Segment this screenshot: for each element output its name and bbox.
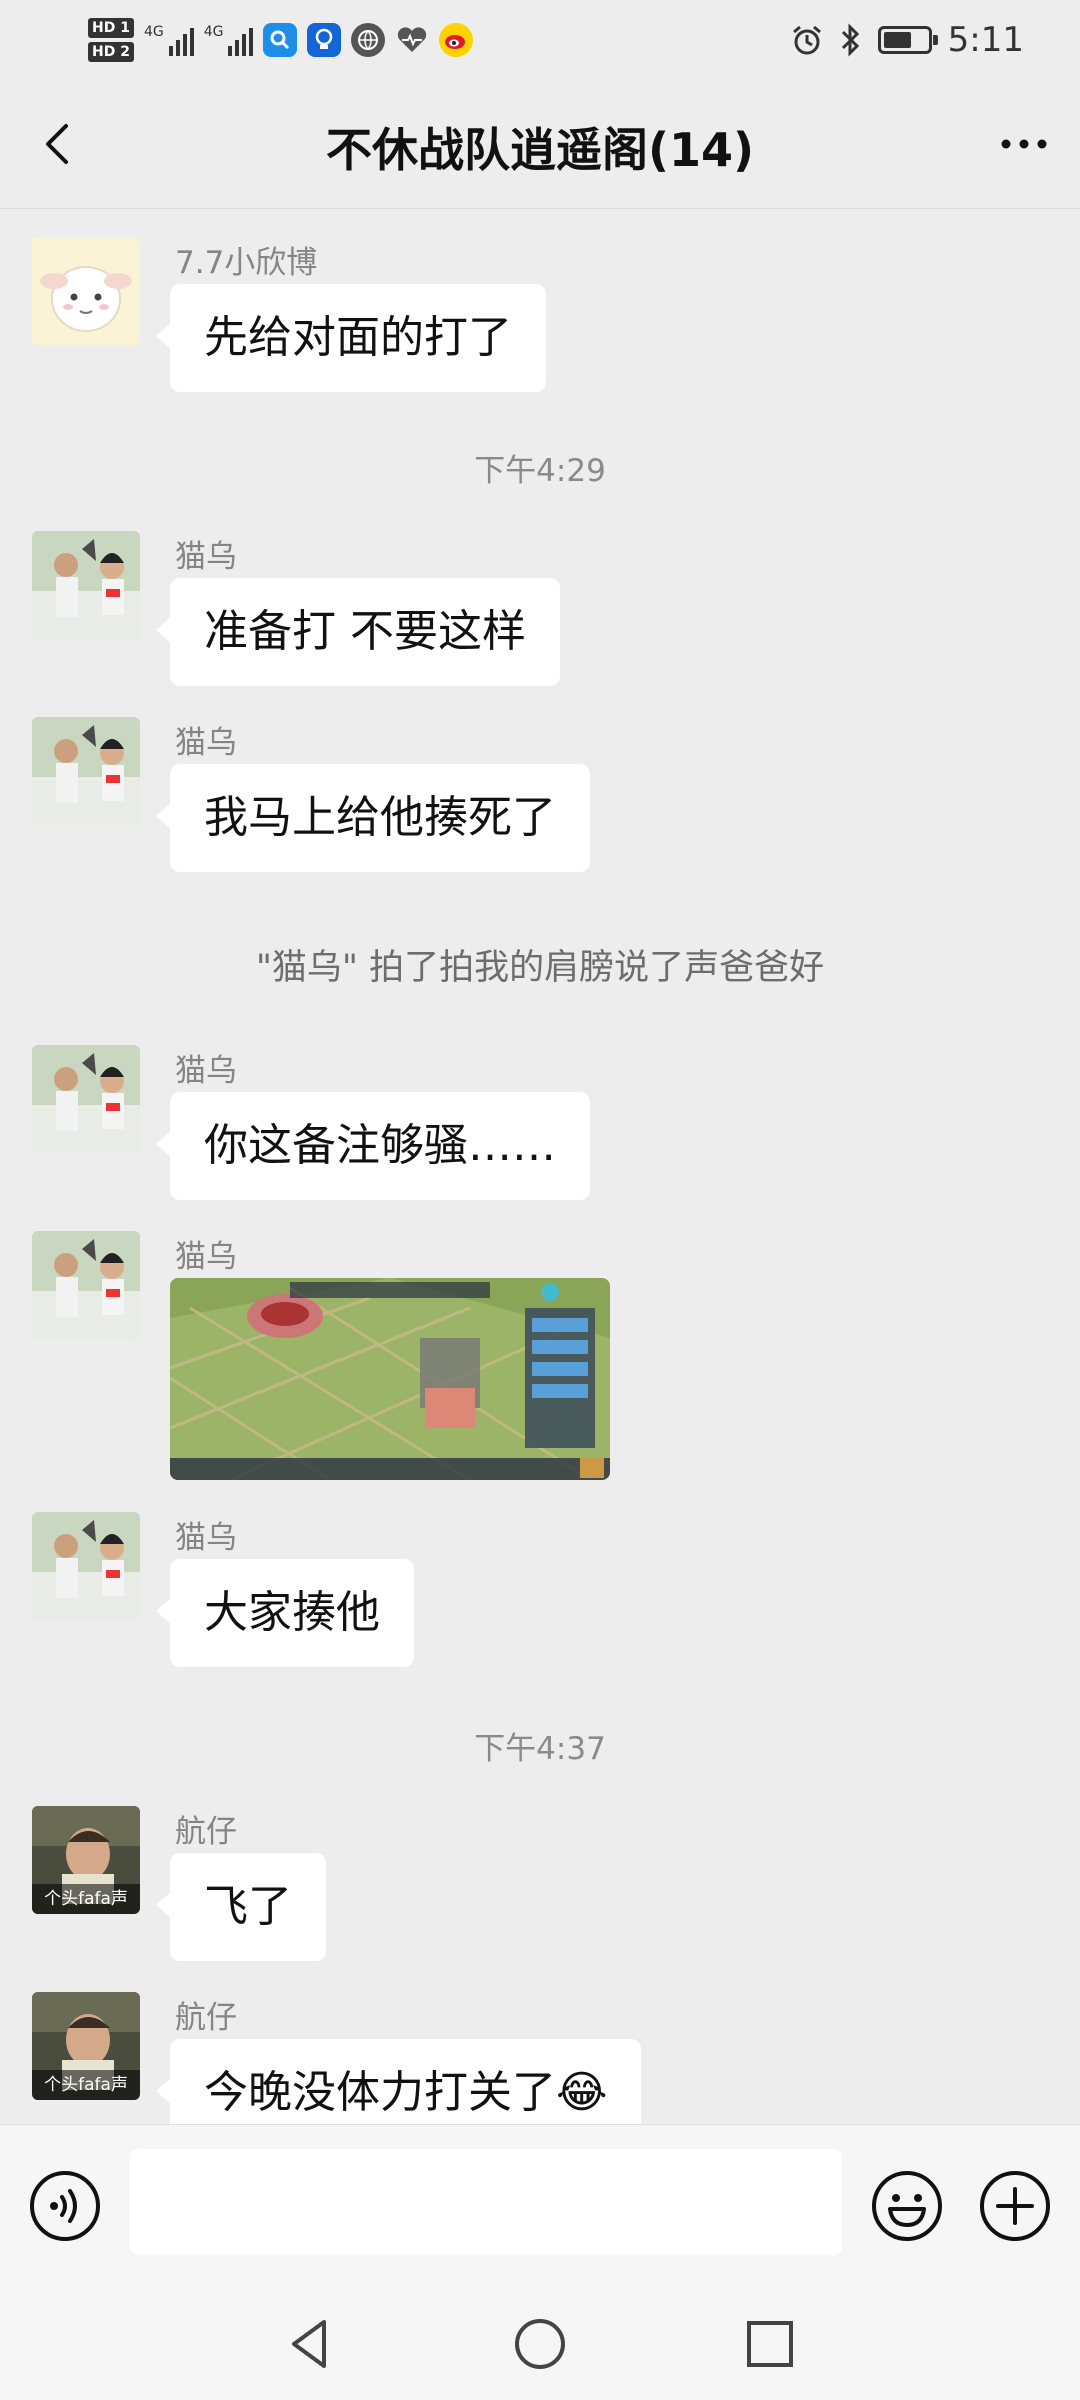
status-left: HD 1 HD 2 4G 4G (88, 10, 474, 70)
nav-recents-square-icon[interactable] (740, 2314, 800, 2374)
couple-avatar[interactable] (32, 717, 140, 825)
game-screenshot-image[interactable] (170, 1278, 610, 1480)
sender-name: 猫乌 (175, 1239, 237, 1275)
message-bubble[interactable]: 大家揍他 (156, 1559, 414, 1667)
message-text-field[interactable] (130, 2149, 842, 2255)
sender-name: 猫乌 (175, 1520, 237, 1556)
sender-name: 7.7小欣博 (175, 245, 318, 281)
status-right: 5:11 (790, 12, 1024, 68)
message-bubble[interactable]: 你这备注够骚…… (156, 1092, 590, 1200)
more-options-icon[interactable] (994, 114, 1054, 174)
browser-app-icon (351, 23, 386, 57)
sender-name: 猫乌 (175, 539, 237, 575)
net1-label: 4G (143, 24, 164, 40)
nav-back-triangle-icon[interactable] (280, 2314, 340, 2374)
couple-avatar[interactable] (32, 1231, 140, 1339)
system-navigation-bar (0, 2286, 1080, 2400)
couple-avatar[interactable] (32, 531, 140, 639)
message-bubble[interactable]: 先给对面的打了 (156, 284, 546, 392)
sender-name: 航仔 (175, 2000, 237, 2036)
bluetooth-icon (841, 23, 859, 57)
avatar-caption: 个头fafa声 (32, 1884, 140, 1914)
sender-name: 航仔 (175, 1814, 237, 1850)
health-app-icon (395, 23, 429, 57)
chat-header: 不休战队逍遥阁(14) (0, 80, 1080, 209)
status-time: 5:11 (947, 20, 1024, 60)
couple-avatar[interactable] (32, 1045, 140, 1153)
plus-icon[interactable] (978, 2169, 1052, 2243)
sim-indicators: HD 1 HD 2 (88, 18, 134, 62)
message-bubble[interactable]: 飞了 (156, 1853, 326, 1961)
avatar-caption: 个头fafa声 (32, 2070, 140, 2100)
page-title: 不休战队逍遥阁(14) (325, 123, 755, 177)
timestamp-divider: 下午4:37 (474, 1731, 606, 1767)
status-bar: HD 1 HD 2 4G 4G 5:11 (0, 0, 1080, 80)
lamb-avatar[interactable] (32, 237, 140, 345)
signal-icon-sim1: 4G (144, 24, 194, 56)
voice-input-icon[interactable] (28, 2169, 102, 2243)
nav-home-circle-icon[interactable] (510, 2314, 570, 2374)
sim1-hd-tag: HD 1 (88, 18, 134, 38)
net2-label: 4G (203, 24, 224, 40)
sender-name: 猫乌 (175, 1053, 237, 1089)
battery-icon (877, 26, 938, 54)
emoji-icon[interactable] (870, 2169, 944, 2243)
message-input-bar (0, 2124, 1080, 2287)
message-bubble[interactable]: 准备打 不要这样 (156, 578, 560, 686)
weibo-app-icon (439, 23, 474, 57)
search-app-icon (263, 23, 298, 57)
message-bubble[interactable]: 我马上给他揍死了 (156, 764, 590, 872)
chat-message-list[interactable]: 7.7小欣博 先给对面的打了 下午4:29 猫乌 准备打 不要这样 猫乌 我马上… (0, 209, 1080, 2124)
bulb-app-icon (307, 23, 342, 57)
sim2-hd-tag: HD 2 (88, 42, 134, 62)
photo-avatar[interactable]: 个头fafa声 (32, 1992, 140, 2100)
timestamp-divider: 下午4:29 (474, 453, 606, 489)
couple-avatar[interactable] (32, 1512, 140, 1620)
alarm-icon (792, 25, 821, 55)
pat-notification: "猫乌" 拍了拍我的肩膀说了声爸爸好 (255, 948, 825, 988)
message-bubble[interactable]: 今晚没体力打关了😂 (155, 2039, 642, 2124)
photo-avatar[interactable]: 个头fafa声 (32, 1806, 140, 1914)
sender-name: 猫乌 (175, 725, 237, 761)
signal-icon-sim2: 4G (204, 24, 254, 56)
